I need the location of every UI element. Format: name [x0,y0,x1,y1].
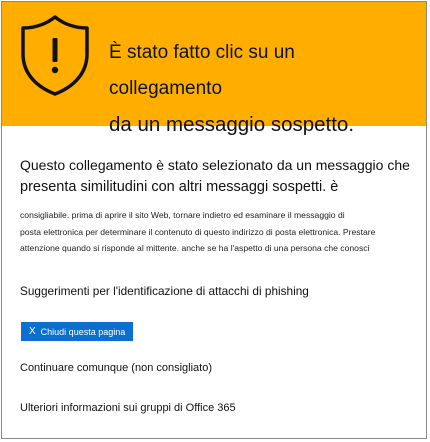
lead-line2: presenta similitudini con altri messaggi… [20,179,339,195]
body-line3: attenzione quando si risponde al mittent… [20,243,370,253]
close-icon: X [29,326,36,337]
phishing-tips-link[interactable]: Suggerimenti per l'identificazione di at… [20,284,309,298]
warning-title-line2: da un messaggio sospetto. [109,113,355,136]
continue-anyway-link[interactable]: Continuare comunque (non consigliato) [20,362,212,374]
body-line2: posta elettronica per determinare il con… [20,226,376,237]
more-info-link[interactable]: Ulteriori informazioni sui gruppi di Off… [20,402,236,414]
warning-banner: È stato fatto clic su un collegamento da… [2,2,426,136]
close-page-label: Chiudi questa pagina [40,326,126,337]
lead-text: Questo collegamento è stato selezionato … [20,154,420,198]
body-text: consigliabile. prima di aprire il sito W… [20,207,424,257]
warning-title: È stato fatto clic su un collegamento da… [109,35,409,143]
lead-line1: Questo collegamento è stato selezionato … [20,157,410,173]
shield-warning-icon [21,15,89,96]
body-line1: consigliabile. prima di aprire il sito W… [20,210,345,220]
warning-page: È stato fatto clic su un collegamento da… [1,1,427,439]
warning-title-line1: È stato fatto clic su un collegamento [109,42,295,99]
close-page-button[interactable]: X Chiudi questa pagina [21,322,133,341]
